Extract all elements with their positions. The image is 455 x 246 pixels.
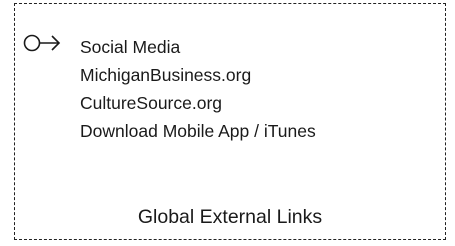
link-download-mobile-app[interactable]: Download Mobile App / iTunes [80, 117, 316, 145]
link-michigan-business[interactable]: MichiganBusiness.org [80, 61, 316, 89]
frame-caption: Global External Links [137, 206, 323, 228]
circle-arrow-icon [22, 32, 68, 54]
link-social-media[interactable]: Social Media [80, 33, 316, 61]
link-culture-source[interactable]: CultureSource.org [80, 89, 316, 117]
external-links-list: Social Media MichiganBusiness.org Cultur… [80, 33, 316, 145]
